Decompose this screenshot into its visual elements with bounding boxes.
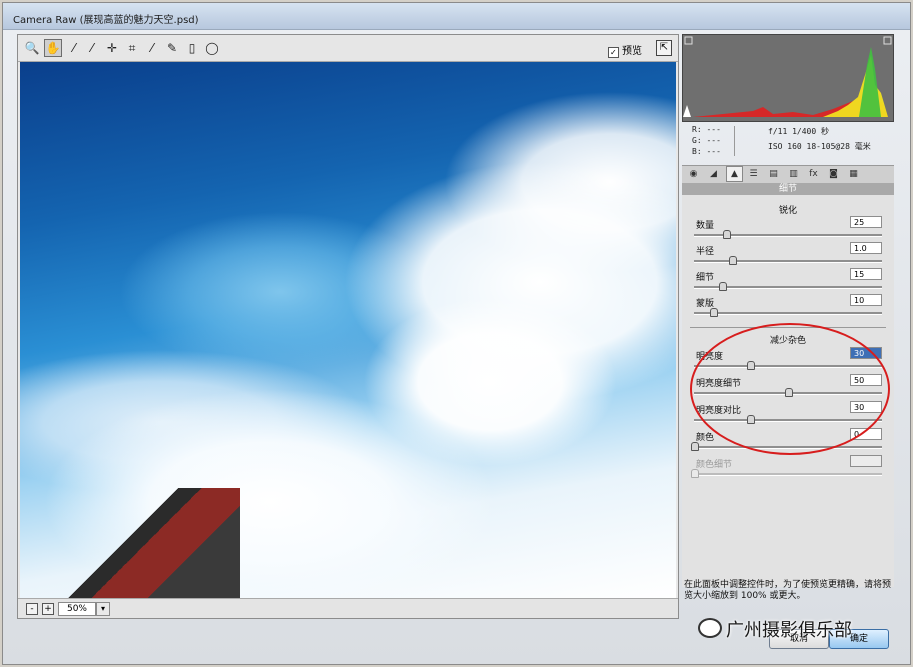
radius-field[interactable]: 1.0	[850, 242, 882, 254]
histogram-graph	[683, 35, 893, 121]
right-panel: R: --- G: --- B: --- f/11 1/400 秒 ISO 16…	[680, 34, 898, 617]
tab-presets-icon[interactable]: ▦	[846, 167, 861, 181]
zoom-dropdown-icon[interactable]: ▾	[96, 602, 110, 616]
color-detail-thumb	[691, 469, 699, 478]
roof-eaves	[20, 488, 240, 598]
spot-removal-tool-icon[interactable]: ✎	[164, 40, 180, 56]
zoom-in-button[interactable]: +	[42, 603, 54, 615]
title-bar: Camera Raw (展现高蓝的魅力天空.psd)	[3, 3, 910, 30]
fullscreen-icon[interactable]: ⇱	[656, 40, 672, 56]
radius-thumb[interactable]	[728, 256, 737, 265]
color-detail-slider	[691, 469, 882, 478]
target-adjust-tool-icon[interactable]: ✛	[104, 40, 120, 56]
rgb-readout: R: --- G: --- B: ---	[692, 124, 721, 157]
radius-slider[interactable]	[694, 256, 882, 265]
redeye-tool-icon[interactable]: ▯	[184, 40, 200, 56]
info-divider	[734, 126, 735, 156]
detail-field[interactable]: 15	[850, 268, 882, 280]
preview-label: 预览	[622, 46, 642, 57]
tab-lens-icon[interactable]: ▥	[786, 167, 801, 181]
preview-pane: 🔍 ✋ ⁄ ⁄ ✛ ⌗ ⁄ ✎ ▯ ◯ ✓ 预览 ⇱ - + 50% ▾	[17, 34, 679, 619]
tab-effects-icon[interactable]: fx	[806, 167, 821, 181]
camera-exposure: f/11 1/400 秒	[768, 127, 829, 136]
color-thumb[interactable]	[691, 442, 699, 451]
detail-slider[interactable]	[694, 282, 882, 291]
panel-tabs: ◉ ◢ ▲ ☰ ▤ ▥ fx ◙ ▦	[682, 165, 894, 184]
histogram	[682, 34, 894, 122]
amount-thumb[interactable]	[722, 230, 731, 239]
tool-bar: 🔍 ✋ ⁄ ⁄ ✛ ⌗ ⁄ ✎ ▯ ◯ ✓ 预览 ⇱	[18, 35, 678, 62]
color-detail-field	[850, 455, 882, 467]
amount-field[interactable]: 25	[850, 216, 882, 228]
rotate-tool-icon[interactable]: ◯	[204, 40, 220, 56]
zoom-bar: - + 50% ▾	[18, 598, 678, 618]
r-value: R: ---	[692, 125, 721, 134]
preview-checkbox[interactable]: ✓ 预览	[607, 42, 642, 58]
radius-label: 半径	[696, 247, 715, 257]
panel-header: 细节	[682, 183, 894, 195]
straighten-tool-icon[interactable]: ⁄	[144, 40, 160, 56]
zoom-out-button[interactable]: -	[26, 603, 38, 615]
red-highlight-annotation	[690, 323, 890, 455]
wechat-icon	[698, 618, 722, 638]
white-balance-tool-icon[interactable]: ⁄	[66, 40, 82, 56]
detail-thumb[interactable]	[719, 282, 728, 291]
tab-tone-curve-icon[interactable]: ◢	[706, 167, 721, 181]
color-label: 颜色	[696, 433, 715, 443]
crop-tool-icon[interactable]: ⌗	[124, 40, 140, 56]
zoom-level-field[interactable]: 50%	[58, 602, 96, 616]
tab-split-toning-icon[interactable]: ▤	[766, 167, 781, 181]
masking-thumb[interactable]	[709, 308, 718, 317]
tab-basic-icon[interactable]: ◉	[686, 167, 701, 181]
camera-iso-lens: ISO 160 18-105@28 毫米	[768, 142, 871, 151]
zoom-tool-icon[interactable]: 🔍	[24, 40, 40, 56]
watermark: 广州摄影俱乐部	[698, 616, 852, 642]
tab-detail-icon[interactable]: ▲	[726, 166, 743, 182]
masking-label: 蒙版	[696, 299, 715, 309]
window-title: Camera Raw (展现高蓝的魅力天空.psd)	[13, 15, 199, 26]
sharpening-title: 锐化	[778, 206, 797, 216]
tab-hsl-icon[interactable]: ☰	[746, 167, 761, 181]
tab-camera-calibration-icon[interactable]: ◙	[826, 167, 841, 181]
amount-label: 数量	[696, 221, 715, 231]
detail-label: 细节	[696, 273, 715, 283]
watermark-text: 广州摄影俱乐部	[726, 620, 852, 641]
zoom-hint-text: 在此面板中调整控件时，为了使预览更精确，请将预览大小缩放到 100% 或更大。	[684, 580, 892, 601]
amount-slider[interactable]	[694, 230, 882, 239]
masking-field[interactable]: 10	[850, 294, 882, 306]
image-preview[interactable]	[20, 62, 676, 598]
g-value: G: ---	[692, 136, 721, 145]
b-value: B: ---	[692, 147, 721, 156]
color-sampler-tool-icon[interactable]: ⁄	[84, 40, 100, 56]
hand-tool-icon[interactable]: ✋	[44, 39, 62, 57]
color-detail-label: 颜色细节	[696, 460, 733, 470]
masking-slider[interactable]	[694, 308, 882, 317]
camera-raw-window: Camera Raw (展现高蓝的魅力天空.psd) 🔍 ✋ ⁄ ⁄ ✛ ⌗ ⁄…	[2, 2, 911, 665]
preview-checkbox-box[interactable]: ✓	[607, 47, 619, 58]
pixel-info: R: --- G: --- B: --- f/11 1/400 秒 ISO 16…	[682, 124, 892, 162]
